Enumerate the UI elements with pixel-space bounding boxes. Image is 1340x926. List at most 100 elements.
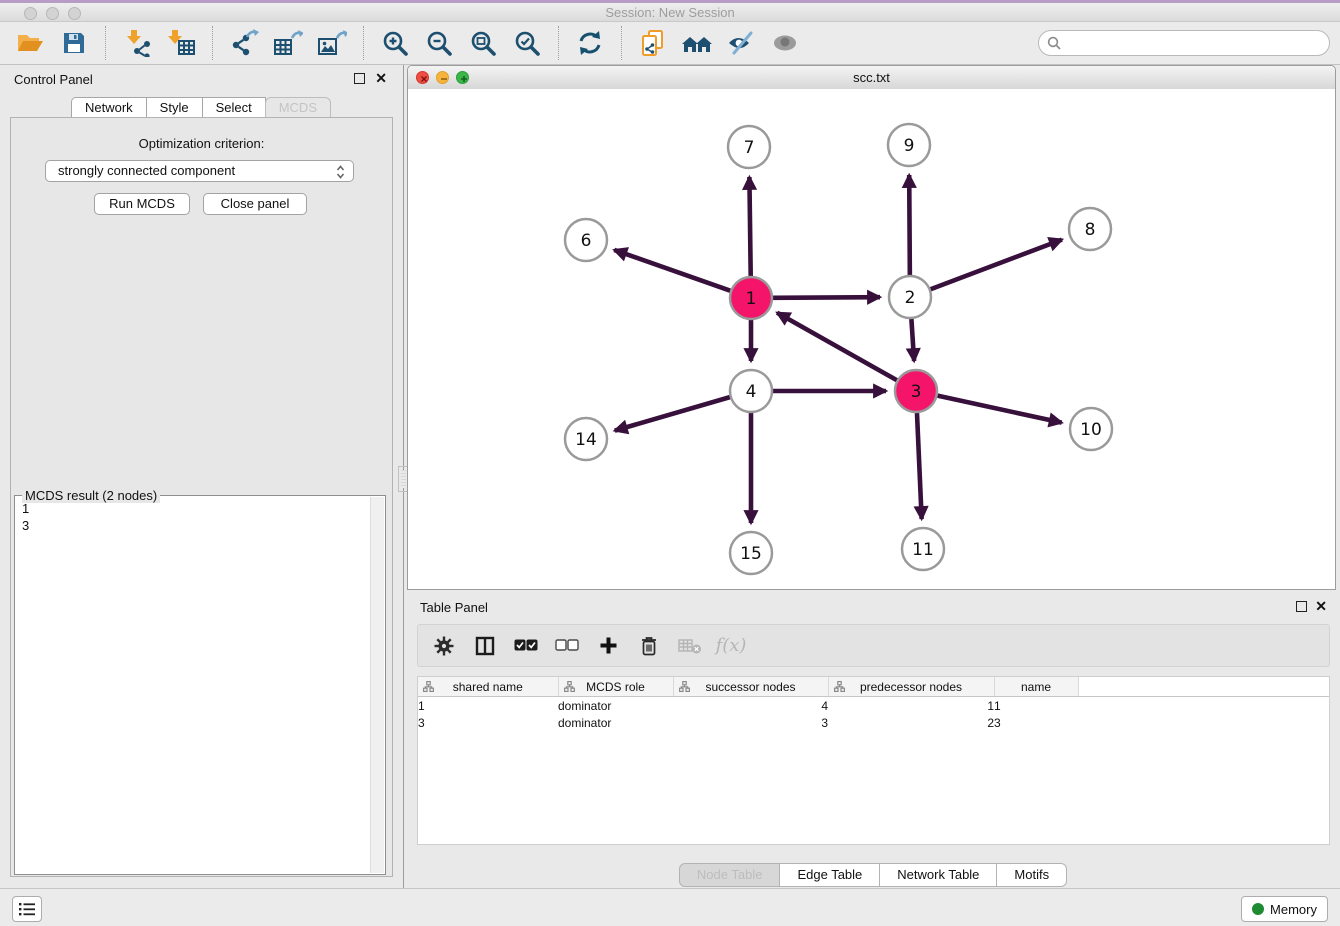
graph-node-7[interactable]: 7	[728, 126, 770, 168]
hide-visual-properties-icon[interactable]	[723, 26, 759, 60]
graph-edge-3-10[interactable]	[937, 396, 1061, 423]
close-window-icon[interactable]	[24, 7, 37, 20]
apply-layout-icon[interactable]	[572, 26, 608, 60]
import-table-icon[interactable]	[163, 26, 199, 60]
zoom-in-icon[interactable]	[377, 26, 413, 60]
graph-node-6[interactable]: 6	[565, 219, 607, 261]
table-tabs: Node TableEdge TableNetwork TableMotifs	[407, 863, 1340, 887]
graph-node-8[interactable]: 8	[1069, 208, 1111, 250]
deselect-all-rows-icon[interactable]	[555, 634, 579, 658]
network-title: scc.txt	[408, 66, 1335, 89]
graph-node-4[interactable]: 4	[730, 370, 772, 412]
svg-text:1: 1	[746, 289, 757, 309]
open-session-icon[interactable]	[12, 26, 48, 60]
add-row-icon[interactable]	[596, 634, 620, 658]
tab-edge-table[interactable]: Edge Table	[779, 863, 880, 887]
svg-text:10: 10	[1080, 420, 1102, 440]
network-window-titlebar[interactable]: scc.txt	[408, 66, 1335, 90]
zoom-selected-icon[interactable]	[509, 26, 545, 60]
memory-button[interactable]: Memory	[1241, 896, 1328, 922]
graph-edge-2-8[interactable]	[931, 240, 1062, 290]
tab-network[interactable]: Network	[71, 97, 147, 119]
graph-node-14[interactable]: 14	[565, 418, 607, 460]
close-panel-button[interactable]: Close panel	[203, 193, 307, 215]
column-tree-icon	[564, 681, 575, 695]
graph-edge-2-3[interactable]	[911, 319, 914, 361]
tab-style[interactable]: Style	[146, 97, 203, 119]
column-header-name[interactable]: name	[994, 677, 1078, 697]
table-panel: Table Panel ✕ f(x)	[407, 595, 1340, 888]
search-field[interactable]	[1038, 30, 1330, 56]
float-panel-icon[interactable]	[354, 73, 365, 84]
column-header-shared-name[interactable]: shared name	[418, 677, 558, 697]
column-header-predecessor-nodes[interactable]: predecessor nodes	[828, 677, 994, 697]
export-table-icon[interactable]	[270, 26, 306, 60]
select-all-rows-icon[interactable]	[514, 634, 538, 658]
clone-network-icon[interactable]	[635, 26, 671, 60]
maximize-network-icon[interactable]	[456, 71, 469, 84]
tab-select[interactable]: Select	[202, 97, 266, 119]
table-toolbar: f(x)	[417, 624, 1330, 667]
svg-text:6: 6	[581, 231, 592, 251]
graph-edge-4-14[interactable]	[615, 397, 730, 430]
tab-motifs[interactable]: Motifs	[996, 863, 1067, 887]
run-mcds-button[interactable]: Run MCDS	[94, 193, 190, 215]
control-panel-tabs: NetworkStyleSelectMCDS	[0, 97, 403, 119]
tab-node-table[interactable]: Node Table	[679, 863, 781, 887]
search-input[interactable]	[1065, 35, 1329, 52]
export-image-icon[interactable]	[314, 26, 350, 60]
svg-text:9: 9	[904, 136, 915, 156]
toolbar-separator	[621, 26, 622, 60]
network-graph[interactable]: 7 9 6 8 1 2 4 3 14 10 15 11	[408, 89, 1335, 589]
tab-mcds[interactable]: MCDS	[265, 97, 331, 119]
column-tree-icon	[423, 681, 434, 695]
delete-selected-rows-icon[interactable]	[637, 634, 661, 658]
show-column-panel-icon[interactable]	[473, 634, 497, 658]
minimize-window-icon[interactable]	[46, 7, 59, 20]
column-tree-icon	[834, 681, 845, 695]
search-icon	[1047, 36, 1061, 50]
tab-network-table[interactable]: Network Table	[879, 863, 997, 887]
close-table-panel-icon[interactable]: ✕	[1315, 599, 1327, 613]
show-visual-properties-icon[interactable]	[767, 26, 803, 60]
export-network-icon[interactable]	[226, 26, 262, 60]
graph-node-10[interactable]: 10	[1070, 408, 1112, 450]
zoom-out-icon[interactable]	[421, 26, 457, 60]
graph-edge-3-1[interactable]	[777, 313, 897, 380]
graph-edge-1-7[interactable]	[749, 177, 750, 276]
show-all-networks-icon[interactable]	[679, 26, 715, 60]
task-history-button[interactable]	[12, 896, 42, 922]
graph-node-9[interactable]: 9	[888, 124, 930, 166]
graph-edge-3-11[interactable]	[917, 413, 922, 519]
zoom-fit-icon[interactable]	[465, 26, 501, 60]
graph-node-2[interactable]: 2	[889, 276, 931, 318]
float-table-panel-icon[interactable]	[1296, 601, 1307, 612]
graph-node-1[interactable]: 1	[730, 277, 772, 319]
close-panel-icon[interactable]: ✕	[375, 71, 387, 85]
svg-text:7: 7	[744, 138, 755, 158]
graph-node-11[interactable]: 11	[902, 528, 944, 570]
minimize-network-icon[interactable]	[436, 71, 449, 84]
control-panel: Control Panel ✕ NetworkStyleSelectMCDS O…	[0, 65, 404, 888]
graph-edge-2-9[interactable]	[909, 175, 910, 275]
graph-edge-1-2[interactable]	[773, 297, 880, 298]
table-row[interactable]: 1 dominator 4 1 1	[418, 697, 1329, 715]
table-options-icon[interactable]	[432, 634, 456, 658]
column-header-mcds-role[interactable]: MCDS role	[558, 677, 673, 697]
close-network-icon[interactable]	[416, 71, 429, 84]
graph-node-3[interactable]: 3	[895, 370, 937, 412]
import-network-icon[interactable]	[119, 26, 155, 60]
criterion-dropdown[interactable]: strongly connected component	[45, 160, 354, 182]
control-panel-title: Control Panel	[14, 72, 93, 87]
column-header-successor-nodes[interactable]: successor nodes	[673, 677, 828, 697]
result-scrollbar[interactable]	[370, 497, 384, 873]
graph-edge-1-6[interactable]	[614, 250, 730, 291]
table-row[interactable]: 3 dominator 3 2 3	[418, 714, 1329, 731]
save-session-icon[interactable]	[56, 26, 92, 60]
apply-function-icon[interactable]: f(x)	[719, 634, 743, 658]
maximize-window-icon[interactable]	[68, 7, 81, 20]
delete-table-icon[interactable]	[678, 634, 702, 658]
graph-node-15[interactable]: 15	[730, 532, 772, 574]
network-canvas[interactable]: 7 9 6 8 1 2 4 3 14 10 15 11	[408, 89, 1335, 589]
toolbar-separator	[212, 26, 213, 60]
